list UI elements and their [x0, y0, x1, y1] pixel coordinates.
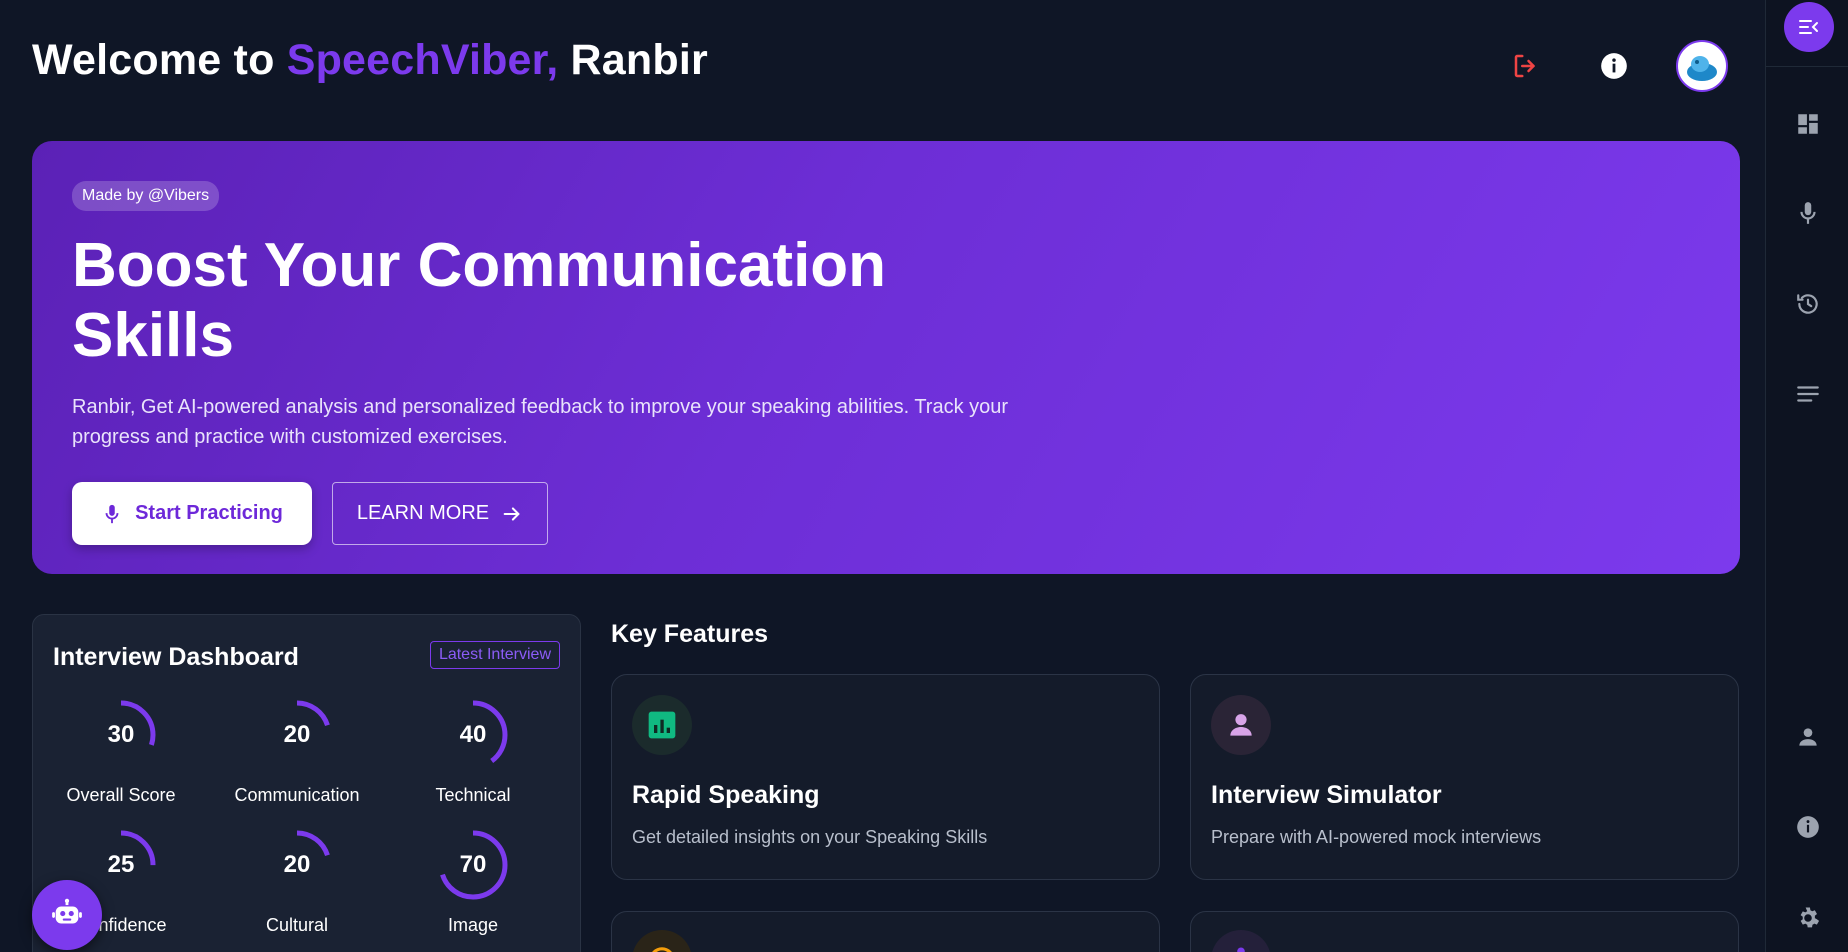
feature-icon-wrap [1211, 695, 1271, 755]
metric-image: 70 Image [385, 825, 561, 936]
rail-item-about[interactable] [1784, 803, 1832, 851]
metric-value: 40 [459, 721, 487, 748]
feature-icon-wrap [632, 930, 692, 952]
rail-toggle-button[interactable] [1784, 2, 1834, 52]
rail-item-history[interactable] [1784, 280, 1832, 328]
metric-value: 20 [283, 851, 311, 878]
history-icon [1797, 294, 1818, 314]
metric-value: 70 [459, 851, 487, 878]
latest-interview-tag[interactable]: Latest Interview [429, 641, 560, 669]
rail-item-settings[interactable] [1784, 894, 1832, 942]
rail-item-profile[interactable] [1784, 713, 1832, 761]
metric-value: 20 [283, 721, 311, 748]
chatbot-button[interactable] [32, 880, 102, 950]
welcome-heading: Welcome to SpeechViber, Ranbir [32, 36, 708, 85]
avatar-image [1680, 44, 1724, 88]
feature-card-interview-simulator[interactable]: Interview Simulator Prepare with AI-powe… [1190, 674, 1739, 880]
hero-banner: Made by @Vibers Boost Your Communication… [32, 141, 1740, 574]
feature-card-partial[interactable] [611, 911, 1160, 952]
logout-icon [1514, 54, 1535, 78]
brand-name: SpeechViber, [286, 36, 559, 84]
rail-divider [1766, 66, 1848, 67]
microphone-icon [105, 504, 119, 523]
feature-icon-wrap [1211, 930, 1271, 952]
metric-label: Technical [435, 785, 511, 805]
rail-item-reports[interactable] [1784, 370, 1832, 418]
arrow-right-icon [503, 506, 520, 521]
logout-button[interactable] [1500, 40, 1552, 92]
microphone-icon [1237, 947, 1245, 952]
metric-label: Overall Score [66, 785, 176, 805]
start-practicing-button[interactable]: Start Practicing [72, 482, 312, 545]
learn-more-label: LEARN MORE [356, 502, 490, 524]
settings-icon [1800, 907, 1820, 928]
info-button[interactable] [1588, 40, 1640, 92]
feature-description: Get detailed insights on your Speaking S… [632, 827, 988, 847]
menu-collapse-icon [1799, 20, 1818, 34]
list-icon [1797, 386, 1819, 402]
dashboard-title: Interview Dashboard [53, 643, 299, 671]
side-rail [1765, 0, 1848, 952]
key-features-title: Key Features [611, 620, 769, 648]
hero-title-line2: Skills [72, 301, 234, 370]
feature-title: Interview Simulator [1211, 781, 1442, 809]
bar-chart-icon [648, 711, 676, 739]
avatar[interactable] [1676, 40, 1728, 92]
dashboard-icon [1798, 114, 1818, 134]
info-icon [1601, 53, 1627, 79]
metric-technical: 40 Technical [385, 695, 561, 806]
metric-cultural: 20 Cultural [209, 825, 385, 936]
welcome-prefix: Welcome to [32, 36, 275, 84]
target-icon [651, 947, 673, 952]
info-icon [1797, 816, 1819, 838]
interview-dashboard: Interview Dashboard Latest Interview 30 O… [32, 614, 581, 952]
header-actions [1500, 40, 1728, 92]
metric-value: 25 [107, 851, 135, 878]
metric-communication: 20 Communication [209, 695, 385, 806]
profile-icon [1799, 728, 1817, 746]
metric-overall-score: 30 Overall Score [33, 695, 209, 806]
person-icon [1230, 714, 1252, 736]
microphone-icon [1800, 202, 1816, 224]
made-by-badge: Made by @Vibers [72, 181, 220, 211]
hero-title: Boost Your Communication Skills [72, 231, 972, 371]
start-practicing-label: Start Practicing [135, 502, 283, 524]
metric-label: Communication [234, 785, 360, 805]
hero-title-line1: Boost Your Communication [72, 231, 887, 300]
rail-item-dashboard[interactable] [1784, 100, 1832, 148]
metric-label: Image [447, 915, 499, 935]
robot-icon [52, 898, 82, 924]
metric-label: Cultural [265, 915, 329, 935]
feature-card-partial[interactable] [1190, 911, 1739, 952]
feature-card-rapid-speaking[interactable]: Rapid Speaking Get detailed insights on … [611, 674, 1160, 880]
feature-title: Rapid Speaking [632, 781, 820, 809]
rail-item-practice[interactable] [1784, 189, 1832, 237]
user-name: Ranbir [570, 36, 708, 84]
learn-more-button[interactable]: LEARN MORE [332, 482, 548, 545]
feature-icon-wrap [632, 695, 692, 755]
hero-description: Ranbir, Get AI-powered analysis and pers… [72, 396, 1009, 448]
feature-description: Prepare with AI-powered mock interviews [1211, 827, 1542, 847]
metric-value: 30 [107, 721, 135, 748]
